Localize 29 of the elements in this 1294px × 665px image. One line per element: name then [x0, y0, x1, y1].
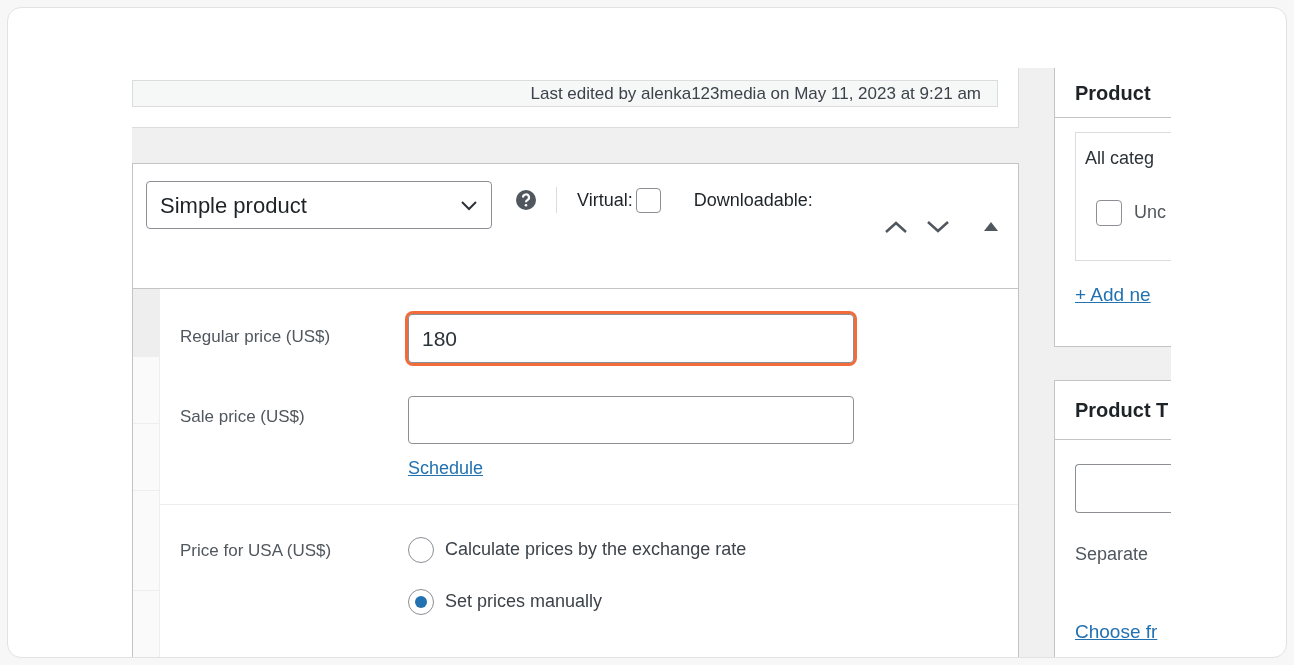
regular-price-field[interactable]: 180: [408, 314, 854, 363]
tag-field[interactable]: [1075, 464, 1171, 513]
product-type-select[interactable]: Simple product: [146, 181, 492, 229]
help-icon: [516, 190, 536, 210]
radio-label: Set prices manually: [445, 590, 603, 613]
downloadable-label: Downloadable:: [693, 188, 813, 212]
tags-hint: Separate: [1075, 543, 1150, 566]
category-label: Unc: [1134, 201, 1166, 224]
regular-price-label: Regular price (US$): [179, 326, 332, 348]
category-checkbox[interactable]: [1096, 199, 1122, 226]
move-down-icon[interactable]: [926, 220, 950, 234]
sale-price-field[interactable]: [408, 396, 854, 444]
radio-button[interactable]: [408, 588, 434, 615]
all-categories-tab[interactable]: All categ: [1085, 148, 1155, 168]
radio-button[interactable]: [408, 536, 434, 563]
choose-tags-link[interactable]: Choose fr: [1075, 618, 1171, 647]
categories-title: Product: [1075, 80, 1151, 106]
move-up-icon[interactable]: [884, 220, 908, 234]
virtual-label: Virtual:: [577, 188, 633, 212]
schedule-link[interactable]: Schedule: [408, 455, 484, 482]
usa-price-label: Price for USA (US$): [179, 540, 333, 562]
last-edited-text: Last edited by alenka123media on May 11, 2023 at 9:21 am: [530, 82, 981, 105]
radio-label: Calculate prices by the exchange rate: [445, 538, 747, 561]
collapse-triangle-icon[interactable]: [984, 222, 998, 231]
add-category-link[interactable]: + Add ne: [1075, 281, 1171, 310]
sale-price-label: Sale price (US$): [179, 406, 306, 428]
virtual-checkbox[interactable]: [635, 187, 661, 213]
chevron-down-icon: [460, 199, 478, 211]
tags-title: Product T: [1075, 398, 1169, 423]
